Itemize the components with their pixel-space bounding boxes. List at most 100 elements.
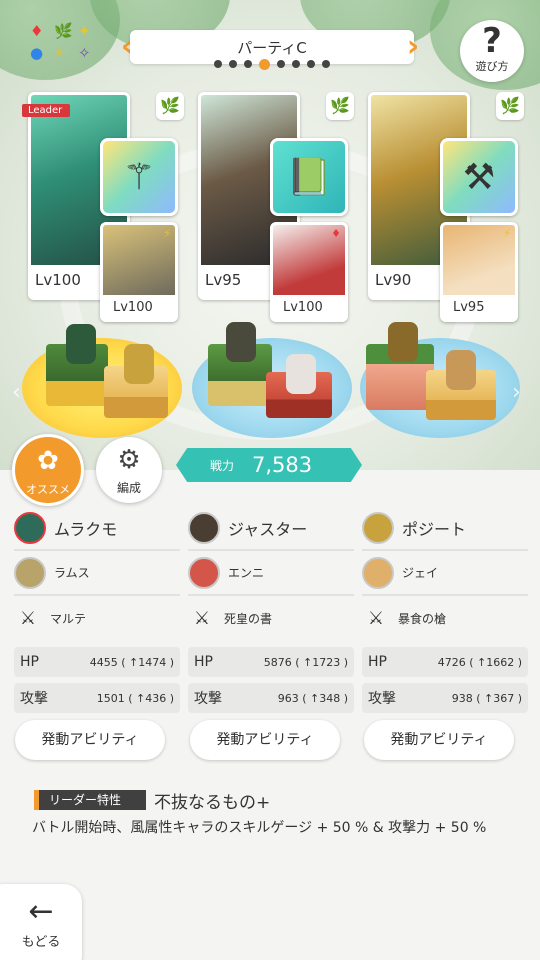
page-dot[interactable]: [322, 60, 330, 68]
leader-badge: Leader: [22, 104, 71, 117]
wind-element-icon: 🌿: [54, 22, 73, 40]
main-name: ポジート: [402, 519, 467, 539]
page-dot[interactable]: [229, 60, 237, 68]
sub-name: ジェイ: [402, 566, 439, 580]
page-dot[interactable]: [292, 60, 300, 68]
thunder-element-icon: ⚡: [54, 44, 65, 62]
avatar: [14, 556, 46, 589]
question-icon: ?: [482, 21, 502, 61]
weapon-slot-icon: ⚔: [193, 607, 211, 629]
ability-button-1[interactable]: 発動アビリティ: [15, 720, 165, 760]
recommend-icon: ✿: [37, 446, 59, 476]
attack-label: 攻撃: [368, 691, 396, 707]
chibi-sprite[interactable]: [66, 324, 96, 364]
book-weapon-icon[interactable]: 📗: [270, 138, 348, 216]
hp-value: 4455 ( ↑1474 ): [89, 655, 174, 669]
avatar: [362, 511, 394, 544]
weapon-slot-icon: ⚔: [367, 607, 385, 629]
main-name: ジャスター: [228, 519, 308, 539]
wind-attribute-icon: 🌿: [326, 92, 354, 120]
main-member-row[interactable]: ポジート: [362, 506, 528, 551]
party-title: パーティC: [237, 38, 307, 57]
wind-attribute-icon: 🌿: [496, 92, 524, 120]
formation-button[interactable]: ⚙ 編成: [96, 437, 162, 503]
attack-value: 963 ( ↑348 ): [277, 691, 348, 705]
page-dot[interactable]: [277, 60, 285, 68]
weapon-name: マルテ: [50, 612, 87, 626]
power-value: 7,583: [252, 453, 313, 477]
avatar: [188, 556, 220, 589]
wind-attribute-icon: 🌿: [156, 92, 184, 120]
dark-element-icon: ✧: [78, 44, 91, 62]
spear-weapon-icon[interactable]: ⚚: [100, 138, 178, 216]
attack-value: 938 ( ↑367 ): [451, 691, 522, 705]
sub-character-portrait[interactable]: ⚡ Lv95: [440, 222, 518, 322]
chibi-sprite[interactable]: [124, 344, 154, 384]
water-element-icon: ●: [30, 44, 44, 62]
sub-member-row[interactable]: ジェイ: [362, 551, 528, 596]
sub-member-row[interactable]: ラムス: [14, 551, 180, 596]
power-label: 戦力: [210, 458, 235, 473]
hp-value: 4726 ( ↑1662 ): [437, 655, 522, 669]
main-name: ムラクモ: [54, 519, 118, 539]
avatar: [14, 511, 46, 544]
back-button[interactable]: ← もどる: [0, 884, 82, 960]
party-slot-3[interactable]: Lv90 🌿 ⚒ ⚡ Lv95: [368, 92, 524, 322]
party-page-dots: [192, 58, 352, 70]
thunder-attribute-icon: ⚡: [503, 227, 511, 240]
page-dot[interactable]: [244, 60, 252, 68]
sub-character-portrait[interactable]: ⚡ Lv100: [100, 222, 178, 322]
weapon-slot-icon: ⚔: [19, 607, 37, 629]
hp-label: HP: [20, 654, 39, 670]
scroll-left-icon[interactable]: ‹: [12, 380, 21, 405]
ability-button-2[interactable]: 発動アビリティ: [190, 720, 340, 760]
party-slot-1[interactable]: Lv100 Leader 🌿 ⚚ ⚡ Lv100: [22, 92, 184, 322]
fire-attribute-icon: ♦: [331, 227, 341, 240]
help-button[interactable]: ? 遊び方: [460, 20, 524, 82]
member-column-1: ムラクモ ラムス ⚔ マルテ HP 4455 ( ↑1474 ) 攻撃 1501…: [14, 506, 180, 713]
party-scene: ♦ 🌿 ✦ ● ⚡ ✧ ‹ パーティC › ? 遊び方 Lv100 Leader…: [0, 0, 540, 470]
scroll-right-icon[interactable]: ›: [512, 380, 521, 405]
page-dot[interactable]: [214, 60, 222, 68]
element-icons: ♦ 🌿 ✦ ● ⚡ ✧: [26, 24, 100, 68]
attack-label: 攻撃: [20, 691, 48, 707]
recommend-button[interactable]: ✿ オススメ: [12, 434, 84, 506]
main-member-row[interactable]: ムラクモ: [14, 506, 180, 551]
sub-name: エンニ: [228, 566, 265, 580]
main-level: Lv90: [375, 271, 412, 289]
sub-member-row[interactable]: エンニ: [188, 551, 354, 596]
attack-value: 1501 ( ↑436 ): [96, 691, 174, 705]
hammer-weapon-icon[interactable]: ⚒: [440, 138, 518, 216]
page-dot-active[interactable]: [259, 58, 270, 70]
attack-row: 攻撃 963 ( ↑348 ): [188, 683, 354, 713]
next-party-arrow-icon[interactable]: ›: [404, 28, 422, 66]
back-label: もどる: [21, 935, 61, 950]
avatar: [362, 556, 394, 589]
hp-row: HP 4726 ( ↑1662 ): [362, 647, 528, 677]
attack-row: 攻撃 1501 ( ↑436 ): [14, 683, 180, 713]
hp-label: HP: [194, 654, 213, 670]
thunder-attribute-icon: ⚡: [163, 227, 171, 240]
weapon-name: 死皇の書: [224, 612, 273, 626]
sub-character-portrait[interactable]: ♦ Lv100: [270, 222, 348, 322]
chibi-sprite[interactable]: [446, 350, 476, 390]
chibi-sprite[interactable]: [388, 322, 418, 362]
page-dot[interactable]: [307, 60, 315, 68]
fire-element-icon: ♦: [30, 22, 44, 40]
ability-button-3[interactable]: 発動アビリティ: [364, 720, 514, 760]
member-column-2: ジャスター エンニ ⚔ 死皇の書 HP 5876 ( ↑1723 ) 攻撃 96…: [188, 506, 354, 713]
chibi-sprite[interactable]: [286, 354, 316, 394]
main-member-row[interactable]: ジャスター: [188, 506, 354, 551]
chibi-sprite[interactable]: [226, 322, 256, 362]
hp-row: HP 5876 ( ↑1723 ): [188, 647, 354, 677]
weapon-row[interactable]: ⚔ 死皇の書: [188, 596, 354, 641]
leader-trait-tag: リーダー特性: [34, 790, 146, 810]
weapon-row[interactable]: ⚔ マルテ: [14, 596, 180, 641]
attack-label: 攻撃: [194, 691, 222, 707]
light-element-icon: ✦: [78, 22, 91, 40]
weapon-row[interactable]: ⚔ 暴食の槍: [362, 596, 528, 641]
hp-label: HP: [368, 654, 387, 670]
recommend-label: オススメ: [26, 483, 70, 496]
party-slot-2[interactable]: Lv95 🌿 📗 ♦ Lv100: [198, 92, 354, 322]
member-column-3: ポジート ジェイ ⚔ 暴食の槍 HP 4726 ( ↑1662 ) 攻撃 938…: [362, 506, 528, 713]
